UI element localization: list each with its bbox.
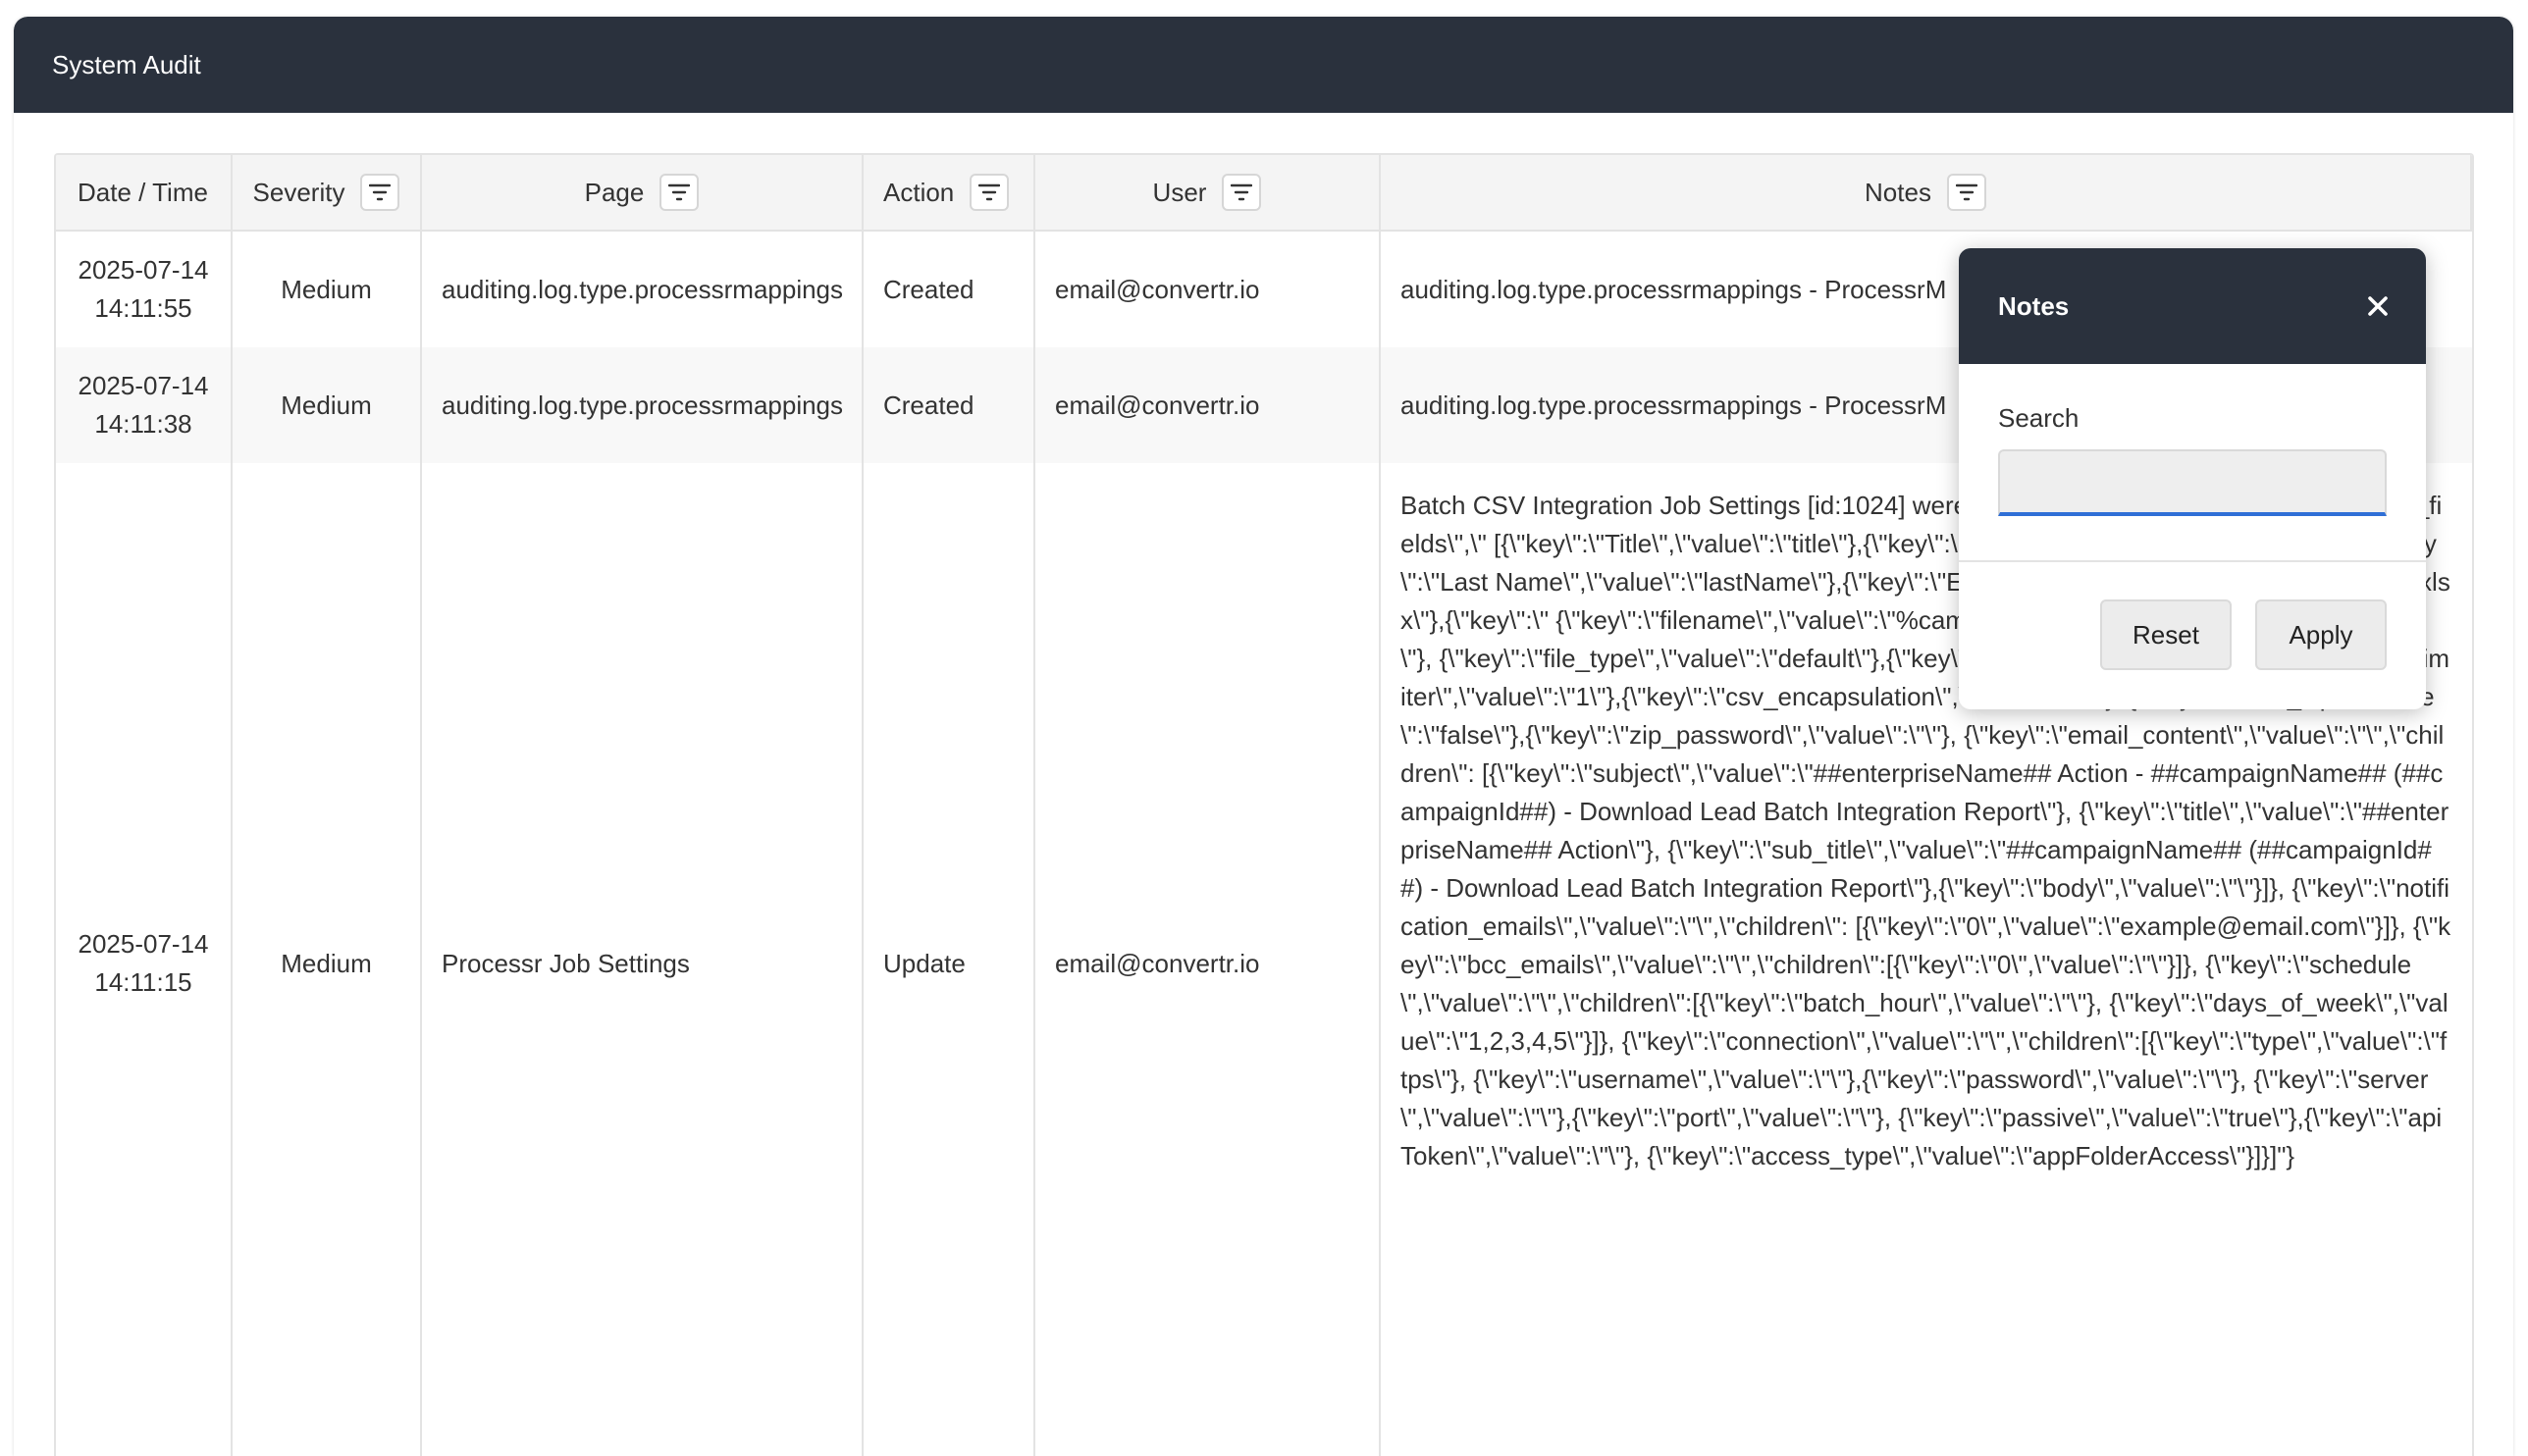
date-cell: 2025-07-14 14:11:38 — [56, 347, 233, 463]
filter-icon — [369, 183, 392, 201]
column-header-page-label: Page — [584, 177, 645, 207]
column-header-date-label: Date / Time — [78, 177, 208, 207]
column-header-user-label: User — [1152, 177, 1207, 207]
column-header-notes-label: Notes — [1865, 177, 1931, 207]
popup-body: Search — [1959, 364, 2426, 562]
column-header-severity: Severity — [233, 155, 422, 232]
column-header-action-label: Action — [883, 177, 955, 207]
action-cell: Created — [864, 232, 1035, 347]
filter-icon — [1955, 183, 1977, 201]
popup-header: Notes — [1959, 248, 2426, 364]
popup-close-button[interactable] — [2367, 295, 2389, 317]
page-cell: Processr Job Settings — [422, 463, 864, 1456]
page-cell: auditing.log.type.processrmappings — [422, 232, 864, 347]
time-value: 14:11:38 — [94, 409, 192, 439]
page-title: System Audit — [52, 49, 201, 79]
column-header-action: Action — [864, 155, 1035, 232]
date-value: 2025-07-14 — [78, 255, 209, 285]
search-label: Search — [1998, 403, 2080, 433]
date-cell: 2025-07-14 14:11:55 — [56, 232, 233, 347]
action-cell: Update — [864, 463, 1035, 1456]
popup-footer: Reset Apply — [1959, 562, 2426, 670]
close-icon — [2368, 296, 2388, 316]
severity-cell: Medium — [233, 463, 422, 1456]
page-filter-button[interactable] — [659, 174, 700, 211]
user-filter-button[interactable] — [1222, 174, 1262, 211]
severity-cell: Medium — [233, 232, 422, 347]
column-header-page: Page — [422, 155, 864, 232]
notes-filter-button[interactable] — [1946, 174, 1986, 211]
action-filter-button[interactable] — [970, 174, 1010, 211]
user-cell: email@convertr.io — [1035, 347, 1381, 463]
user-cell: email@convertr.io — [1035, 463, 1381, 1456]
column-header-date: Date / Time — [56, 155, 233, 232]
column-header-notes: Notes — [1381, 155, 2472, 232]
apply-button[interactable]: Apply — [2255, 599, 2387, 670]
column-header-user: User — [1035, 155, 1381, 232]
page-cell: auditing.log.type.processrmappings — [422, 347, 864, 463]
panel-header: System Audit — [14, 17, 2513, 113]
reset-button[interactable]: Reset — [2100, 599, 2232, 670]
date-value: 2025-07-14 — [78, 371, 209, 400]
date-value: 2025-07-14 — [78, 929, 209, 959]
time-value: 14:11:55 — [94, 293, 192, 323]
time-value: 14:11:15 — [94, 967, 192, 997]
action-cell: Created — [864, 347, 1035, 463]
severity-cell: Medium — [233, 347, 422, 463]
popup-title: Notes — [1998, 290, 2070, 321]
severity-filter-button[interactable] — [360, 174, 400, 211]
search-input[interactable] — [1998, 449, 2387, 516]
filter-icon — [1231, 183, 1253, 201]
filter-icon — [668, 183, 691, 201]
date-cell: 2025-07-14 14:11:15 — [56, 463, 233, 1456]
audit-panel: System Audit Date / Time Severity Page A… — [14, 17, 2513, 1456]
column-header-severity-label: Severity — [252, 177, 345, 207]
filter-icon — [978, 183, 1001, 201]
user-cell: email@convertr.io — [1035, 232, 1381, 347]
notes-filter-popup: Notes Search Reset Apply — [1959, 248, 2426, 709]
